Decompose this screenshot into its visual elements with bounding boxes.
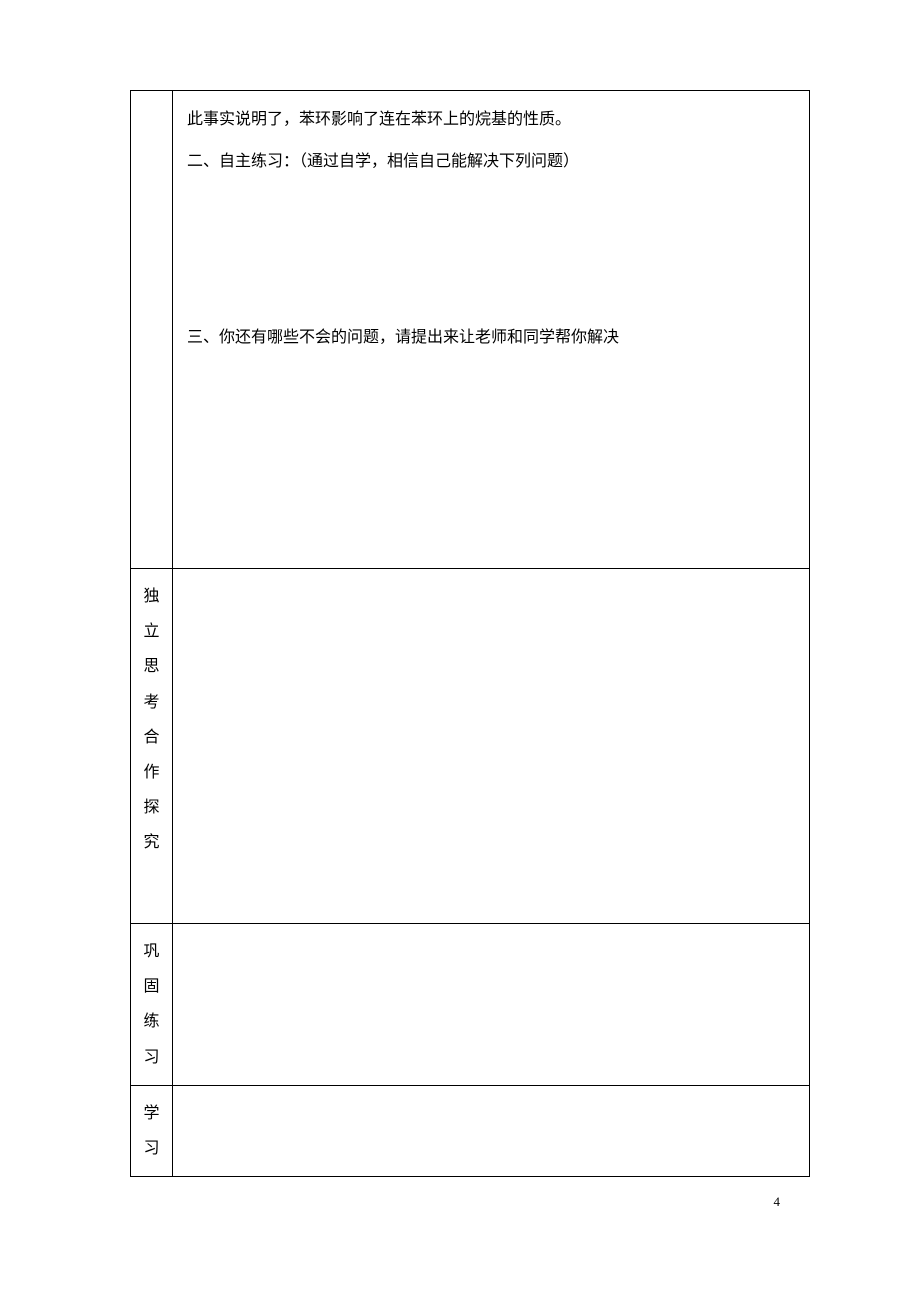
label-char: 究 bbox=[135, 825, 168, 860]
label-char: 练 bbox=[135, 1004, 168, 1039]
row-content-cell bbox=[173, 924, 810, 1086]
label-char: 固 bbox=[135, 969, 168, 1004]
table-row: 独 立 思 考 合 作 探 究 bbox=[131, 569, 810, 924]
row-content-cell bbox=[173, 569, 810, 924]
page-number: 4 bbox=[774, 1194, 781, 1210]
row-label-cell-practice: 巩 固 练 习 bbox=[131, 924, 173, 1086]
row-label-cell-think: 独 立 思 考 合 作 探 究 bbox=[131, 569, 173, 924]
label-char: 巩 bbox=[135, 934, 168, 969]
label-char: 立 bbox=[135, 614, 168, 649]
label-char: 习 bbox=[135, 1131, 168, 1166]
table-row: 此事实说明了，苯环影响了连在苯环上的烷基的性质。 二、自主练习：（通过自学，相信… bbox=[131, 91, 810, 569]
table-row: 巩 固 练 习 bbox=[131, 924, 810, 1086]
worksheet-table: 此事实说明了，苯环影响了连在苯环上的烷基的性质。 二、自主练习：（通过自学，相信… bbox=[130, 90, 810, 1177]
content-line-3: 三、你还有哪些不会的问题，请提出来让老师和同学帮你解决 bbox=[187, 317, 795, 359]
row-content-cell bbox=[173, 1085, 810, 1176]
content-line-2: 二、自主练习：（通过自学，相信自己能解决下列问题） bbox=[187, 141, 795, 183]
page-container: 此事实说明了，苯环影响了连在苯环上的烷基的性质。 二、自主练习：（通过自学，相信… bbox=[0, 0, 920, 1177]
label-char: 思 bbox=[135, 649, 168, 684]
content-line-1: 此事实说明了，苯环影响了连在苯环上的烷基的性质。 bbox=[187, 99, 795, 141]
label-char: 合 bbox=[135, 720, 168, 755]
row-label-cell bbox=[131, 91, 173, 569]
label-char: 独 bbox=[135, 579, 168, 614]
label-char: 作 bbox=[135, 755, 168, 790]
row-content-cell: 此事实说明了，苯环影响了连在苯环上的烷基的性质。 二、自主练习：（通过自学，相信… bbox=[173, 91, 810, 569]
label-char: 探 bbox=[135, 790, 168, 825]
table-row: 学 习 bbox=[131, 1085, 810, 1176]
row-label-cell-study: 学 习 bbox=[131, 1085, 173, 1176]
spacer bbox=[187, 182, 795, 317]
label-char: 学 bbox=[135, 1096, 168, 1131]
label-char: 习 bbox=[135, 1040, 168, 1075]
label-char: 考 bbox=[135, 685, 168, 720]
